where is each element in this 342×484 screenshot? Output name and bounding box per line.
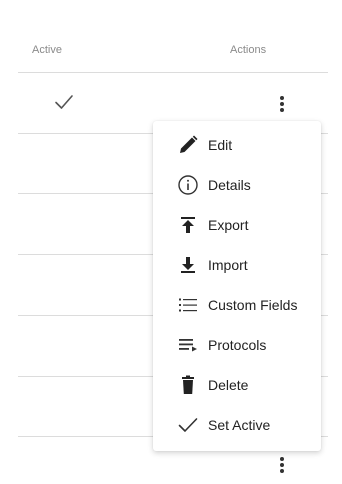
column-header-active: Active bbox=[32, 44, 62, 56]
menu-item-label: Import bbox=[208, 257, 248, 273]
menu-item-import[interactable]: Import bbox=[153, 245, 321, 285]
info-icon bbox=[177, 174, 199, 196]
menu-item-set-active[interactable]: Set Active bbox=[153, 405, 321, 445]
trash-icon bbox=[177, 374, 199, 396]
menu-item-details[interactable]: Details bbox=[153, 165, 321, 205]
playlist-play-icon bbox=[177, 334, 199, 356]
row-actions-kebab-icon[interactable] bbox=[272, 455, 292, 479]
check-icon bbox=[177, 414, 199, 436]
active-check-icon bbox=[54, 92, 74, 112]
menu-item-label: Export bbox=[208, 217, 249, 233]
menu-item-label: Details bbox=[208, 177, 251, 193]
menu-item-label: Delete bbox=[208, 377, 249, 393]
menu-item-label: Protocols bbox=[208, 337, 267, 353]
column-header-actions: Actions bbox=[230, 44, 267, 56]
import-icon bbox=[177, 254, 199, 276]
menu-item-label: Edit bbox=[208, 137, 233, 153]
menu-item-protocols[interactable]: Protocols bbox=[153, 325, 321, 365]
pencil-icon bbox=[177, 134, 199, 156]
menu-item-label: Custom Fields bbox=[208, 297, 298, 313]
header-divider bbox=[18, 72, 328, 73]
menu-item-label: Set Active bbox=[208, 417, 271, 433]
menu-item-export[interactable]: Export bbox=[153, 205, 321, 245]
menu-item-custom-fields[interactable]: Custom Fields bbox=[153, 285, 321, 325]
export-icon bbox=[177, 214, 199, 236]
row-actions-menu: Edit Details Export Import Custom Fields… bbox=[153, 121, 321, 451]
menu-item-edit[interactable]: Edit bbox=[153, 125, 321, 165]
row-actions-kebab-icon[interactable] bbox=[272, 94, 292, 118]
menu-item-delete[interactable]: Delete bbox=[153, 365, 321, 405]
list-icon bbox=[177, 294, 199, 316]
